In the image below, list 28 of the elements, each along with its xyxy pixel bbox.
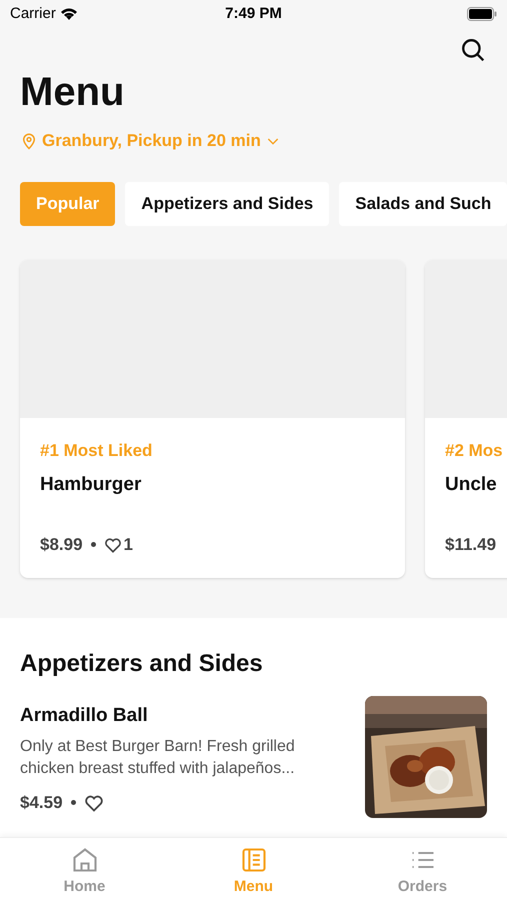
item-price: $4.59: [20, 792, 63, 814]
clock-time: 7:49 PM: [225, 4, 282, 24]
category-tab[interactable]: Salads and Such: [339, 182, 507, 226]
featured-card[interactable]: #2 Mos Uncle $11.49: [425, 260, 507, 578]
item-price: $11.49: [445, 534, 496, 556]
featured-card[interactable]: #1 Most Liked Hamburger $8.99 1: [20, 260, 405, 578]
item-price: $8.99: [40, 534, 83, 556]
rank-label: #2 Mos: [445, 440, 503, 462]
item-name: Armadillo Ball: [20, 704, 148, 728]
page-title: Menu: [19, 72, 126, 112]
item-name: Uncle: [445, 473, 497, 497]
carrier-label: Carrier: [10, 4, 56, 24]
section-title: Appetizers and Sides: [20, 648, 263, 678]
search-icon: [460, 37, 486, 63]
like-count: 1: [124, 534, 134, 556]
item-name: Hamburger: [40, 473, 142, 497]
book-icon: [240, 846, 268, 874]
menu-item[interactable]: Armadillo Ball Only at Best Burger Barn! Fresh grilled chicken breast stuffed with jalapeños... $4.59: [20, 702, 487, 818]
heart-icon: [84, 792, 104, 813]
wifi-icon: [60, 7, 78, 21]
location-pin-icon: [20, 130, 38, 151]
rank-label: #1 Most Liked: [40, 440, 152, 462]
home-icon: [70, 846, 98, 874]
heart-icon: [104, 536, 122, 554]
item-description: Only at Best Burger Barn! Fresh grilled chicken breast stuffed with jalapeños...: [20, 737, 296, 779]
category-tab[interactable]: Appetizers and Sides: [125, 182, 330, 226]
battery-icon: [466, 7, 497, 21]
search-button[interactable]: [459, 36, 487, 64]
